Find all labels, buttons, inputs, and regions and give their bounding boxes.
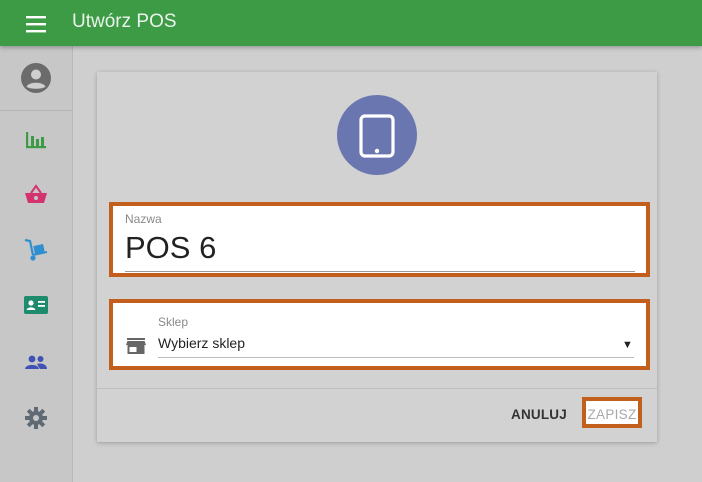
sidebar-divider bbox=[0, 110, 72, 111]
sidebar-item-stats[interactable] bbox=[22, 126, 50, 154]
store-icon bbox=[126, 338, 146, 354]
save-button[interactable]: ZAPISZ bbox=[582, 397, 642, 428]
sidebar-item-delivery[interactable] bbox=[22, 236, 50, 264]
gear-icon bbox=[25, 407, 47, 429]
hand-truck-icon bbox=[24, 238, 48, 261]
bar-chart-icon bbox=[26, 132, 46, 149]
contact-card-icon bbox=[24, 296, 48, 314]
sidebar-item-customers[interactable] bbox=[22, 291, 50, 319]
cancel-button[interactable]: ANULUJ bbox=[511, 407, 567, 422]
name-field[interactable]: Nazwa bbox=[109, 202, 650, 277]
shop-select[interactable]: Wybierz sklep bbox=[158, 335, 245, 351]
sidebar-item-basket[interactable] bbox=[22, 181, 50, 209]
shopping-basket-icon bbox=[25, 184, 47, 203]
sidebar-item-users[interactable] bbox=[22, 348, 50, 376]
dropdown-arrow-icon[interactable]: ▼ bbox=[622, 339, 633, 351]
account-circle-icon[interactable] bbox=[21, 63, 51, 93]
device-avatar bbox=[337, 95, 417, 175]
sidebar bbox=[0, 46, 73, 482]
tablet-icon bbox=[359, 114, 395, 158]
save-button-label: ZAPISZ bbox=[587, 407, 637, 422]
app-bar: Utwórz POS bbox=[0, 0, 702, 46]
sidebar-item-settings[interactable] bbox=[22, 404, 50, 432]
create-pos-card: Nazwa Sklep Wybierz sklep ▼ ANULUJ ZAPIS… bbox=[97, 72, 657, 442]
name-input[interactable] bbox=[125, 230, 635, 266]
name-field-underline bbox=[125, 271, 635, 272]
name-field-label: Nazwa bbox=[125, 212, 162, 226]
shop-field[interactable]: Sklep Wybierz sklep ▼ bbox=[109, 299, 650, 370]
shop-field-label: Sklep bbox=[158, 315, 189, 329]
people-icon bbox=[25, 355, 47, 369]
hamburger-menu-icon[interactable] bbox=[22, 13, 50, 35]
page-title: Utwórz POS bbox=[72, 11, 177, 32]
actions-divider bbox=[97, 388, 657, 389]
shop-field-underline bbox=[158, 357, 634, 358]
